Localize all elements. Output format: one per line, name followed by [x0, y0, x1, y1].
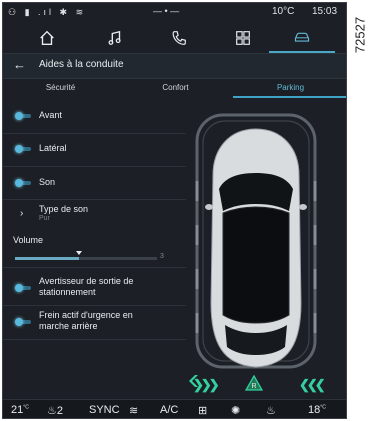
- seat-heat-icon: ♨: [47, 405, 57, 417]
- phone-icon: [172, 31, 186, 45]
- svg-text:R: R: [251, 383, 256, 390]
- setting-son[interactable]: Son: [3, 177, 188, 193]
- figure-id-label: 72527: [352, 16, 368, 54]
- emergency-brake-toggle[interactable]: [15, 318, 31, 326]
- rear-defrost-icon[interactable]: ≋: [129, 404, 138, 417]
- tab-securite[interactable]: Sécurité: [3, 78, 118, 98]
- setting-label: Avertisseur de sortie de stationnement: [39, 276, 134, 297]
- arrow-left-icon[interactable]: ←: [13, 57, 26, 72]
- seat-heat-left[interactable]: ♨2: [47, 404, 63, 417]
- rear-left-chevrons-icon: ❯❯❯: [193, 377, 220, 392]
- nav-phone-tab[interactable]: [149, 23, 209, 53]
- setting-label: Type de son: [39, 204, 89, 214]
- nav-car-tab[interactable]: [269, 23, 335, 53]
- volume-thumb[interactable]: [75, 251, 82, 255]
- setting-value: Pur: [39, 215, 50, 222]
- setting-lateral[interactable]: Latéral: [3, 143, 188, 159]
- exit-warning-toggle[interactable]: [15, 284, 31, 292]
- setting-label: Avant: [39, 110, 62, 120]
- car-top-view: [205, 128, 307, 368]
- nav-apps-tab[interactable]: [213, 23, 273, 53]
- seat-heat-right-icon[interactable]: ♨: [266, 404, 276, 417]
- emergency-brake-warning-icon: R: [244, 374, 264, 396]
- apps-icon: [236, 31, 250, 45]
- page-title: Aides à la conduite: [39, 59, 124, 70]
- parking-sensor-view: [189, 113, 317, 387]
- outside-temperature: 10°C: [272, 6, 295, 17]
- setting-avant[interactable]: Avant: [3, 110, 188, 126]
- signal-indicator: — • —: [153, 6, 180, 16]
- volume-value: 3: [160, 253, 164, 260]
- car-icon: [294, 32, 310, 42]
- climate-bar: 21°C ♨2 SYNC ≋ A/C ⊞ ✺ ♨ 18°C: [3, 399, 346, 418]
- lateral-toggle[interactable]: [15, 145, 31, 153]
- setting-exit-warning[interactable]: Avertisseur de sortie de stationnement: [3, 276, 188, 300]
- volume-fill: [15, 257, 79, 260]
- setting-label: Frein actif d'urgence en marche arrière: [39, 310, 133, 331]
- son-toggle[interactable]: [15, 179, 31, 187]
- temp-right[interactable]: 18°C: [308, 404, 326, 416]
- status-bar: ⚇ ▮ .ıl ✱ ≋ — • — 10°C 15:03: [3, 3, 346, 23]
- home-icon: [40, 30, 54, 45]
- setting-label: Latéral: [39, 143, 67, 153]
- music-icon: [108, 30, 121, 45]
- subtab-bar: Sécurité Confort Parking: [3, 78, 346, 98]
- nav-music-tab[interactable]: [85, 23, 145, 53]
- setting-type-de-son[interactable]: › Type de son Pur: [3, 204, 188, 226]
- fan-icon[interactable]: ✺: [231, 404, 240, 417]
- rear-right-chevrons-icon: ❮❮❮: [299, 377, 326, 392]
- chevron-right-icon: ›: [20, 208, 24, 219]
- sync-button[interactable]: SYNC: [89, 404, 120, 416]
- ac-button[interactable]: A/C: [160, 404, 178, 416]
- setting-emergency-brake[interactable]: Frein actif d'urgence en marche arrière: [3, 310, 188, 334]
- tab-confort[interactable]: Confort: [118, 78, 233, 98]
- setting-label: Son: [39, 177, 56, 187]
- volume-label: Volume: [13, 235, 44, 245]
- volume-slider[interactable]: [15, 251, 157, 260]
- infotainment-screen: ⚇ ▮ .ıl ✱ ≋ — • — 10°C 15:03 ← Aides à l…: [2, 2, 347, 419]
- temp-left[interactable]: 21°C: [11, 404, 29, 416]
- front-defrost-icon[interactable]: ⊞: [198, 404, 207, 417]
- tab-parking[interactable]: Parking: [233, 78, 346, 98]
- clock: 15:03: [312, 6, 338, 17]
- avant-toggle[interactable]: [15, 112, 31, 120]
- rear-sensor-indicators: ❯❯❯ R ❮❮❮: [193, 374, 343, 396]
- status-icons: ⚇ ▮ .ıl ✱ ≋: [8, 7, 87, 17]
- nav-home-tab[interactable]: [17, 23, 77, 53]
- main-nav: [3, 23, 346, 53]
- page-header: ← Aides à la conduite: [3, 53, 346, 79]
